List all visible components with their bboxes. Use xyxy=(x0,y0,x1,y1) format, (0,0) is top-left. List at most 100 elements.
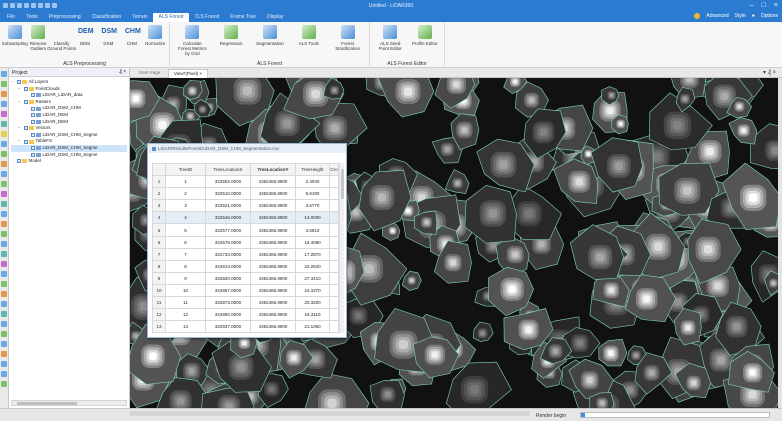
segmentation-button[interactable]: Segmentation xyxy=(255,25,285,46)
row-header[interactable]: 13 xyxy=(152,320,166,334)
table-cell[interactable]: 9 xyxy=(165,271,206,285)
table-row[interactable]: 13 13 322937.0000 4352466.9900 21.1060 xyxy=(152,320,339,334)
layer-checkbox[interactable] xyxy=(23,86,28,91)
table-cell[interactable]: 322521.0000 xyxy=(205,199,251,213)
options-menu[interactable]: Options xyxy=(761,13,778,19)
table-cell[interactable]: 4352465.9900 xyxy=(250,308,296,322)
tool-icon[interactable] xyxy=(1,241,7,247)
table-cell[interactable]: 4 xyxy=(165,211,206,225)
close-panel-icon[interactable]: ₰ × xyxy=(119,69,126,75)
table-cell[interactable]: 322577.0000 xyxy=(205,223,251,237)
menu-tab-file[interactable]: File xyxy=(2,13,20,22)
table-row[interactable]: 11 11 322873.0000 4352465.9900 20.3200 xyxy=(152,296,339,310)
layer-checkbox[interactable] xyxy=(23,100,28,105)
table-cell[interactable]: 322502.0000 xyxy=(205,175,251,189)
table-cell[interactable] xyxy=(329,175,339,189)
tool-icon[interactable] xyxy=(1,111,7,117)
row-header[interactable]: 8 xyxy=(152,259,166,273)
layer-checkbox[interactable] xyxy=(30,106,35,111)
table-cell[interactable]: 322937.0000 xyxy=(205,320,251,334)
table-row[interactable]: 4 4 322546.0000 4352465.9900 14.0000 xyxy=(152,211,339,225)
row-header[interactable]: 5 xyxy=(152,223,166,237)
tree-node[interactable]: − All Layers xyxy=(11,79,127,86)
tree-node[interactable]: − Rasters xyxy=(11,99,127,106)
row-header[interactable]: 7 xyxy=(152,247,166,261)
profile-editor-button[interactable]: Profile Editor xyxy=(410,25,440,46)
row-header[interactable]: 1 xyxy=(152,175,166,189)
layer-checkbox[interactable] xyxy=(30,113,35,118)
menu-tab-display[interactable]: Display xyxy=(262,13,288,22)
table-cell[interactable]: 5 xyxy=(165,223,206,237)
table-cell[interactable]: 11 xyxy=(165,296,206,310)
row-header[interactable]: 12 xyxy=(152,308,166,322)
map-hscroll[interactable] xyxy=(130,411,530,416)
pin-icon[interactable]: ▾ ₰ × xyxy=(763,69,776,76)
tool-icon[interactable] xyxy=(1,71,7,77)
row-header[interactable]: 2 xyxy=(152,187,166,201)
layer-checkbox[interactable] xyxy=(30,133,35,138)
menu-tab-als-forest[interactable]: ALS Forest xyxy=(153,13,189,22)
maximize-icon[interactable]: □ xyxy=(762,2,766,9)
doc-tab-start-page[interactable]: Start Page xyxy=(134,69,165,78)
tool-icon[interactable] xyxy=(1,381,7,387)
layer-checkbox[interactable] xyxy=(30,93,35,98)
table-cell[interactable]: 4352465.9900 xyxy=(250,247,296,261)
tool-icon[interactable] xyxy=(1,311,7,317)
table-cell[interactable]: 322813.0000 xyxy=(205,259,251,273)
table-cell[interactable]: 1 xyxy=(165,175,206,189)
table-cell[interactable]: 4352465.9900 xyxy=(250,271,296,285)
tool-icon[interactable] xyxy=(1,361,7,367)
normalize-button[interactable]: Normalize xyxy=(140,25,170,46)
tool-icon[interactable] xyxy=(1,291,7,297)
mode-selector[interactable]: Advanced xyxy=(706,13,728,19)
table-cell[interactable]: 322892.0000 xyxy=(205,308,251,322)
tree-node[interactable]: LiDAR_DSM_CHM xyxy=(11,105,127,112)
table-cell[interactable]: 4352465.9900 xyxy=(250,259,296,273)
table-cell[interactable]: 322733.0000 xyxy=(205,247,251,261)
table-cell[interactable]: 12 xyxy=(165,308,206,322)
table-row[interactable]: 5 5 322577.0000 4352465.9900 3.6810 xyxy=(152,223,339,237)
column-header[interactable]: Cro xyxy=(329,162,339,177)
tool-icon[interactable] xyxy=(1,151,7,157)
table-cell[interactable]: 322510.0000 xyxy=(205,187,251,201)
table-cell[interactable]: 17.2870 xyxy=(295,247,330,261)
tool-icon[interactable] xyxy=(1,171,7,177)
table-row[interactable]: 9 9 322820.0000 4352465.9900 27.3410 xyxy=(152,271,339,285)
menu-tab-preprocessing[interactable]: Preprocessing xyxy=(44,13,86,22)
column-header[interactable]: TreeLocationY xyxy=(250,162,296,177)
minimize-icon[interactable]: – xyxy=(750,2,754,9)
column-header[interactable]: TreeID xyxy=(165,162,206,177)
als-tools-button[interactable]: ALS Tools xyxy=(294,25,324,46)
calculate-forest-metrics-by-grid-button[interactable]: Calculate Forest Metrics by Grid xyxy=(177,25,207,56)
table-cell[interactable]: 4352465.9900 xyxy=(250,187,296,201)
table-cell[interactable] xyxy=(329,211,339,225)
column-header[interactable]: TreeHeight xyxy=(295,162,330,177)
table-cell[interactable]: 8 xyxy=(165,259,206,273)
expand-icon[interactable]: − xyxy=(11,79,15,86)
tree-node[interactable]: LiDAR_DSM_CHM_Segme xyxy=(11,132,127,139)
row-header[interactable]: 10 xyxy=(152,283,166,298)
table-row[interactable]: 8 8 322813.0000 4352465.9900 22.2620 xyxy=(152,259,339,273)
table-cell[interactable] xyxy=(329,235,339,249)
row-header[interactable]: 6 xyxy=(152,235,166,249)
tool-icon[interactable] xyxy=(1,251,7,257)
layer-checkbox[interactable] xyxy=(30,152,35,157)
table-row[interactable]: 12 12 322892.0000 4352465.9900 16.3110 xyxy=(152,308,339,322)
tree-node[interactable]: − TableFS xyxy=(11,138,127,145)
table-cell[interactable] xyxy=(329,308,339,322)
map-vscroll[interactable] xyxy=(778,78,782,408)
tree-node[interactable]: − PointClouds xyxy=(11,86,127,93)
layer-checkbox[interactable] xyxy=(23,126,28,131)
tree-node[interactable]: LIDAR_LiDAR_data xyxy=(11,92,127,99)
row-header[interactable]: 4 xyxy=(152,211,166,225)
tool-icon[interactable] xyxy=(1,321,7,327)
tool-icon[interactable] xyxy=(1,351,7,357)
table-cell[interactable]: 322820.0000 xyxy=(205,271,251,285)
table-cell[interactable]: 14.0000 xyxy=(295,211,330,225)
table-cell[interactable]: 22.2620 xyxy=(295,259,330,273)
table-cell[interactable]: 24.3370 xyxy=(295,283,330,298)
table-cell[interactable] xyxy=(329,223,339,237)
tool-icon[interactable] xyxy=(1,181,7,187)
table-cell[interactable]: 5.6190 xyxy=(295,187,330,201)
layer-checkbox[interactable] xyxy=(23,139,28,144)
